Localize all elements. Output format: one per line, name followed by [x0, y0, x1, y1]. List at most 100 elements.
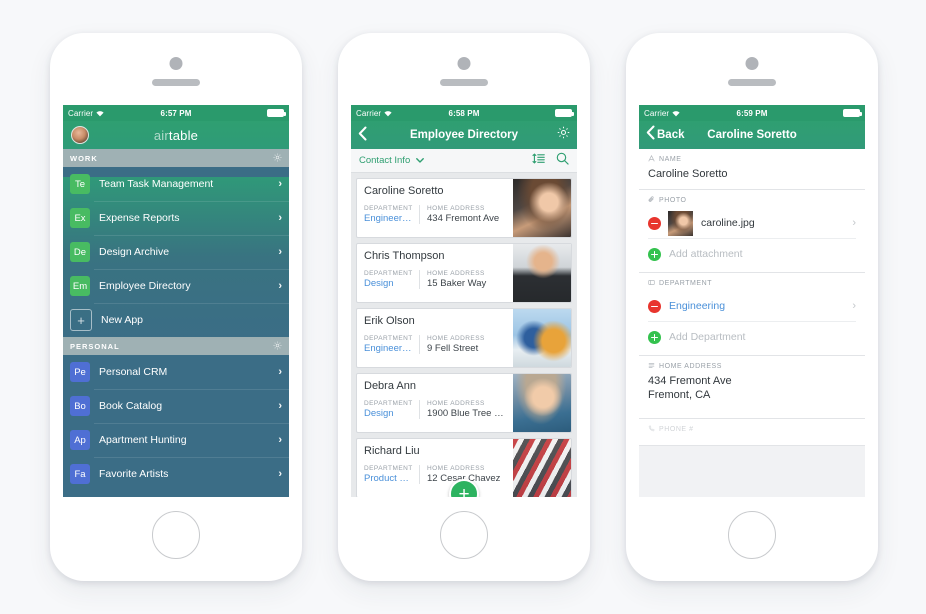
remove-icon[interactable]: [648, 299, 661, 313]
sort-icon[interactable]: [532, 152, 545, 170]
app-tile: Te: [70, 174, 90, 194]
remove-icon[interactable]: [648, 216, 661, 230]
group-title: WORK: [70, 153, 98, 163]
phone-record-list: Carrier 6:58 PM Employee Directory Conta…: [338, 33, 590, 581]
brand-air: air: [153, 127, 169, 143]
group-header-work: WORK: [63, 149, 289, 167]
record-photo: [513, 309, 571, 367]
record-fields: Richard Liu DEPARTMENT Product M... HOME…: [357, 439, 513, 497]
app-tile: De: [70, 242, 90, 262]
sidebar-item-favorite-artists[interactable]: Fa Favorite Artists ›: [63, 457, 289, 491]
chevron-right-icon: ›: [278, 280, 282, 292]
sidebar-item-label: Book Catalog: [99, 400, 163, 412]
field-home-address: HOME ADDRESS 1900 Blue Tree Way: [420, 400, 506, 419]
record-detail[interactable]: NAME Caroline Soretto PHOTO caroline.jpg…: [639, 149, 865, 497]
field-label: HOME ADDRESS: [427, 335, 485, 342]
sidebar-item-book-catalog[interactable]: Bo Book Catalog ›: [63, 389, 289, 423]
attachment-row[interactable]: caroline.jpg ›: [648, 208, 856, 238]
field-home-address: HOME ADDRESS 434 Fremont Ave: [420, 205, 506, 224]
record-photo: [513, 179, 571, 237]
field-home-address: HOME ADDRESS 9 Fell Street: [420, 335, 506, 354]
field-label-row: HOME ADDRESS: [648, 362, 856, 371]
battery-icon: [267, 109, 286, 117]
add-attachment-row[interactable]: Add attachment: [648, 238, 856, 269]
list-item[interactable]: Debra Ann DEPARTMENT Design HOME ADDRESS…: [356, 373, 572, 433]
record-list[interactable]: Caroline Soretto DEPARTMENT Engineering …: [351, 173, 577, 497]
sidebar-item-personal-crm[interactable]: Pe Personal CRM ›: [63, 355, 289, 389]
home-address-line1[interactable]: 434 Fremont Ave: [648, 374, 856, 388]
sidebar-item-design-archive[interactable]: De Design Archive ›: [63, 235, 289, 269]
battery-icon: [843, 109, 862, 117]
wifi-icon: [672, 110, 680, 117]
field-value-name[interactable]: Caroline Soretto: [648, 167, 856, 181]
home-button[interactable]: [440, 511, 488, 559]
chevron-right-icon: ›: [278, 468, 282, 480]
record-fields: Caroline Soretto DEPARTMENT Engineering …: [357, 179, 513, 237]
add-icon[interactable]: [648, 247, 661, 261]
screenshot-stage: Carrier 6:57 PM airtable WORK Te Team Ta…: [0, 0, 926, 614]
field-value: 1900 Blue Tree Way: [427, 408, 506, 419]
record-name: Richard Liu: [364, 445, 420, 457]
long-text-icon: [648, 362, 655, 371]
app-tile: Ex: [70, 208, 90, 228]
add-department-row[interactable]: Add Department: [648, 321, 856, 352]
sidebar-item-team-task-management[interactable]: Te Team Task Management ›: [63, 167, 289, 201]
field-label: HOME ADDRESS: [427, 205, 485, 212]
add-attachment-label: Add attachment: [669, 248, 743, 260]
app-tile: Pe: [70, 362, 90, 382]
front-camera-icon: [169, 57, 183, 70]
carrier-label: Carrier: [356, 108, 382, 118]
field-value: 15 Baker Way: [427, 278, 487, 289]
carrier-area: Carrier: [644, 109, 680, 118]
back-button[interactable]: Back: [646, 125, 685, 145]
field-label: HOME ADDRESS: [659, 363, 722, 370]
carrier-label: Carrier: [68, 108, 94, 118]
record-photo: [513, 244, 571, 302]
paperclip-icon: [648, 196, 655, 205]
sidebar-item-expense-reports[interactable]: Ex Expense Reports ›: [63, 201, 289, 235]
field-department: DEPARTMENT Design: [364, 270, 420, 289]
phone3-screen: Carrier 6:59 PM Back Caroline Soretto NA…: [639, 105, 865, 497]
nav-bar: Back Caroline Soretto: [639, 121, 865, 149]
sidebar-item-apartment-hunting[interactable]: Ap Apartment Hunting ›: [63, 423, 289, 457]
carrier-area: Carrier: [68, 109, 104, 118]
record-fields: Erik Olson DEPARTMENT Engineering HOME A…: [357, 309, 513, 367]
home-button[interactable]: [152, 511, 200, 559]
chevron-right-icon: ›: [278, 366, 282, 378]
gear-icon[interactable]: [273, 153, 282, 164]
phone-record-detail: Carrier 6:59 PM Back Caroline Soretto NA…: [626, 33, 878, 581]
list-item[interactable]: Chris Thompson DEPARTMENT Design HOME AD…: [356, 243, 572, 303]
chevron-left-icon[interactable]: [358, 126, 367, 144]
field-label: DEPARTMENT: [364, 335, 413, 342]
chevron-right-icon: ›: [852, 300, 856, 312]
field-value: Product M...: [364, 473, 413, 484]
status-bar: Carrier 6:58 PM: [351, 105, 577, 121]
field-home-address: HOME ADDRESS 15 Baker Way: [420, 270, 506, 289]
link-record-icon: [648, 279, 655, 288]
field-label: DEPARTMENT: [659, 280, 713, 287]
department-row[interactable]: Engineering ›: [648, 291, 856, 321]
list-item[interactable]: Erik Olson DEPARTMENT Engineering HOME A…: [356, 308, 572, 368]
add-icon[interactable]: [648, 330, 661, 344]
sidebar-item-employee-directory[interactable]: Em Employee Directory ›: [63, 269, 289, 303]
attachment-thumbnail[interactable]: [668, 210, 693, 236]
sidebar-item-label: Employee Directory: [99, 280, 191, 292]
gear-icon[interactable]: [557, 126, 570, 144]
group-header-personal: PERSONAL: [63, 337, 289, 355]
home-button[interactable]: [728, 511, 776, 559]
home-address-line2[interactable]: Fremont, CA: [648, 388, 856, 402]
sidebar-item-new-app[interactable]: + New App: [63, 303, 289, 337]
field-label: HOME ADDRESS: [427, 270, 485, 277]
front-camera-icon: [457, 57, 471, 70]
list-item[interactable]: Caroline Soretto DEPARTMENT Engineering …: [356, 178, 572, 238]
carrier-area: Carrier: [356, 109, 392, 118]
back-label: Back: [657, 129, 685, 141]
search-icon[interactable]: [556, 152, 569, 170]
chevron-right-icon: ›: [278, 178, 282, 190]
detail-section-phone: PHONE #: [639, 419, 865, 446]
phone1-screen: Carrier 6:57 PM airtable WORK Te Team Ta…: [63, 105, 289, 497]
view-selector[interactable]: Contact Info: [359, 155, 424, 166]
record-fields: Debra Ann DEPARTMENT Design HOME ADDRESS…: [357, 374, 513, 432]
gear-icon[interactable]: [273, 341, 282, 352]
record-photo: [513, 374, 571, 432]
